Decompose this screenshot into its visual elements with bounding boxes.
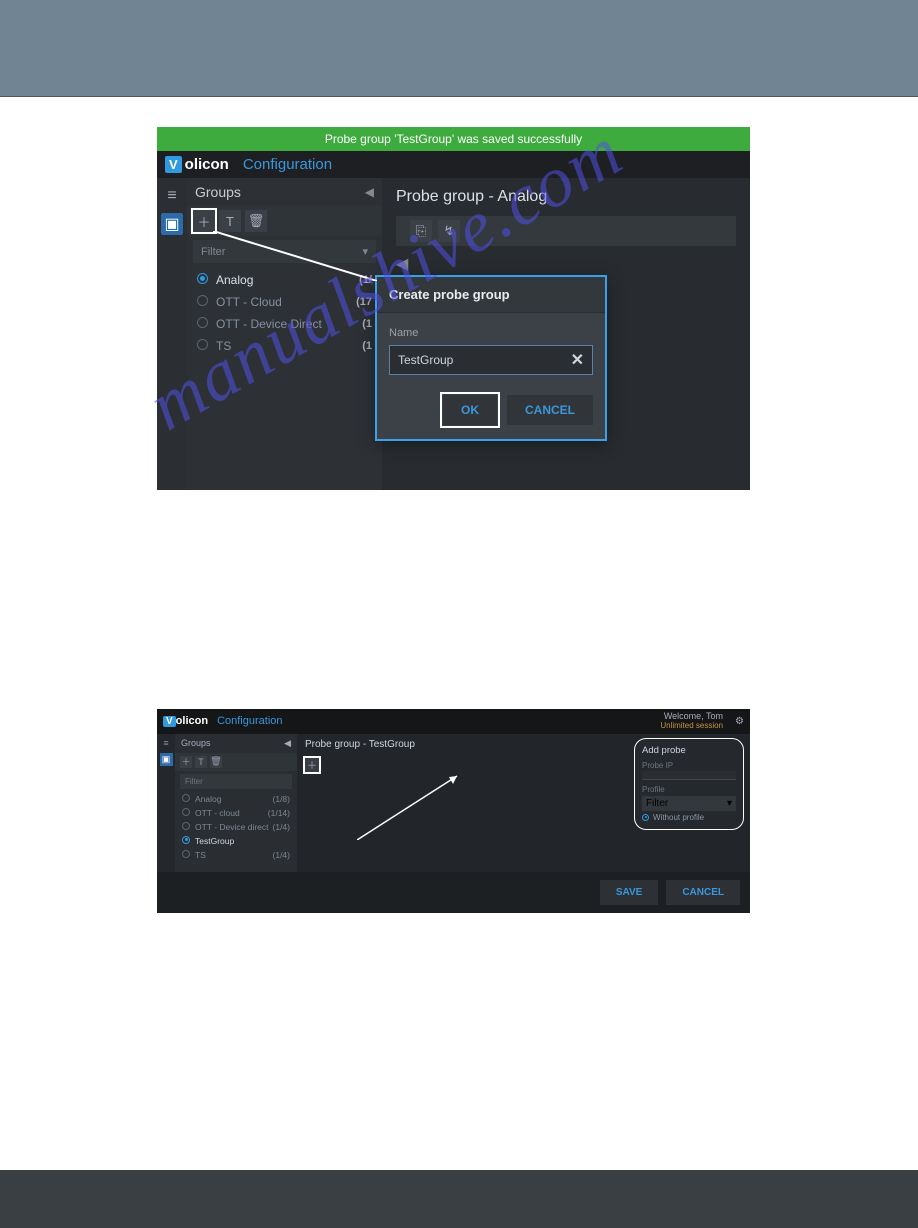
app-title-bar: V olicon Configuration <box>157 151 750 178</box>
cancel-button[interactable]: CANCEL <box>666 880 740 905</box>
logo-badge: V <box>165 156 182 173</box>
profile-label: Profile <box>642 785 736 794</box>
filter-row[interactable]: Filter <box>180 774 292 789</box>
cancel-button[interactable]: CANCEL <box>507 395 593 425</box>
configuration-label[interactable]: Configuration <box>243 156 332 173</box>
group-item[interactable]: OTT - Device Direct (1 <box>187 313 382 335</box>
menu-icon[interactable]: ≡ <box>161 185 183 207</box>
left-rail: ≡ ▣ <box>157 734 175 872</box>
filter-icon[interactable]: ▾ <box>362 245 368 258</box>
group-item[interactable]: OTT - Device direct(1/4) <box>175 820 297 834</box>
storage-icon[interactable]: ▣ <box>161 213 183 235</box>
name-field: ✕ <box>389 345 593 375</box>
edit-group-button[interactable]: T <box>219 210 241 232</box>
probe-ip-input[interactable] <box>642 771 736 780</box>
create-probe-group-dialog: Create probe group Name ✕ OK CANCEL <box>375 275 607 441</box>
without-profile-option[interactable]: Without profile <box>642 813 736 822</box>
callout-line <box>357 772 463 840</box>
groups-panel: Groups ◀ ＋ T 🗑 Filter ▾ Analog (1/ OT <box>187 178 382 490</box>
clear-icon[interactable]: ✕ <box>563 346 592 374</box>
groups-toolbar: ＋ T 🗑 <box>175 753 297 771</box>
group-item[interactable]: TestGroup <box>175 834 297 848</box>
radio-icon <box>197 273 208 284</box>
right-panel: Probe group - TestGroup ＋ Add probe Prob… <box>297 734 750 872</box>
add-group-button[interactable]: ＋ <box>180 756 192 768</box>
delete-group-button[interactable]: 🗑 <box>210 756 222 768</box>
probe-ip-label: Probe IP <box>642 761 736 770</box>
add-group-button[interactable]: ＋ <box>193 210 215 232</box>
radio-icon <box>642 814 649 821</box>
screenshot-create-probe-group: Probe group 'TestGroup' was saved succes… <box>157 127 750 490</box>
group-item[interactable]: Analog (1/ <box>187 269 382 291</box>
success-banner: Probe group 'TestGroup' was saved succes… <box>157 127 750 151</box>
add-probe-panel: Add probe Probe IP Profile Filter ▾ With… <box>634 738 744 830</box>
edit-group-button[interactable]: T <box>195 756 207 768</box>
filter-label: Filter <box>201 246 225 258</box>
save-button[interactable]: SAVE <box>600 880 659 905</box>
right-title: Probe group - Analog <box>382 178 750 216</box>
logo-text: olicon <box>185 156 229 173</box>
group-item[interactable]: TS (1 <box>187 335 382 357</box>
refresh-icon[interactable]: ↯ <box>438 220 460 242</box>
profile-filter-label: Filter <box>646 798 668 809</box>
app-title-bar: V olicon Configuration Welcome, Tom Unli… <box>157 709 750 734</box>
group-item[interactable]: OTT - cloud(1/14) <box>175 806 297 820</box>
radio-icon <box>197 317 208 328</box>
screenshot-add-probe: V olicon Configuration Welcome, Tom Unli… <box>157 709 750 913</box>
back-icon[interactable]: ◀ <box>396 254 410 268</box>
dialog-title: Create probe group <box>377 277 605 313</box>
right-toolbar: ⎘ ↯ <box>396 216 736 246</box>
name-label: Name <box>389 327 593 339</box>
bottom-button-row: SAVE CANCEL <box>157 872 750 913</box>
collapse-icon[interactable]: ◀ <box>365 185 374 199</box>
group-item[interactable]: Analog(1/8) <box>175 792 297 806</box>
filter-icon[interactable]: ▾ <box>727 798 732 809</box>
page-header-band <box>0 0 918 97</box>
session-label: Unlimited session <box>660 722 723 731</box>
logo-text: olicon <box>176 715 208 727</box>
configuration-label[interactable]: Configuration <box>217 715 282 727</box>
add-probe-button[interactable]: ＋ <box>305 758 319 772</box>
ok-button[interactable]: OK <box>443 395 497 425</box>
groups-toolbar: ＋ T 🗑 <box>187 206 382 236</box>
menu-icon[interactable]: ≡ <box>160 737 173 750</box>
radio-icon <box>197 295 208 306</box>
delete-group-button[interactable]: 🗑 <box>245 210 267 232</box>
collapse-icon[interactable]: ◀ <box>284 738 291 749</box>
clone-icon[interactable]: ⎘ <box>410 220 432 242</box>
panel-title: Add probe <box>642 745 736 756</box>
logo-badge: V <box>163 716 176 727</box>
group-item[interactable]: TS(1/4) <box>175 848 297 862</box>
radio-icon <box>197 339 208 350</box>
groups-title: Groups <box>181 738 211 749</box>
page-footer-band <box>0 1170 918 1228</box>
gear-icon[interactable]: ⚙ <box>735 716 744 727</box>
groups-title: Groups <box>195 184 241 200</box>
name-input[interactable] <box>390 346 563 374</box>
storage-icon[interactable]: ▣ <box>160 753 173 766</box>
filter-row[interactable]: Filter ▾ <box>193 240 376 263</box>
group-item[interactable]: OTT - Cloud (17 <box>187 291 382 313</box>
groups-panel: Groups ◀ ＋ T 🗑 Filter Analog(1/8) OTT - … <box>175 734 297 872</box>
left-rail: ≡ ▣ <box>157 178 187 490</box>
